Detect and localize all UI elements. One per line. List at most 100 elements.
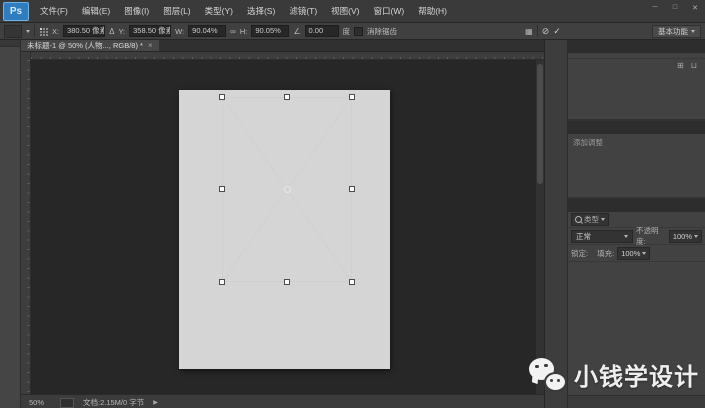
right-dock: ⊞ ⊔ 添加调整 类型: [544, 40, 705, 408]
commit-transform-button[interactable]: ✓: [553, 26, 561, 37]
status-options-arrow[interactable]: ▶: [153, 399, 158, 406]
transform-handle-nw[interactable]: [219, 94, 225, 100]
fill-select[interactable]: 100%: [617, 247, 650, 260]
maximize-button[interactable]: □: [665, 1, 685, 14]
zoom-level-field[interactable]: 50%: [29, 398, 51, 407]
document-tab-bar: 未标题-1 @ 50% (人物..., RGB/8) * ×: [21, 40, 544, 52]
menu-item[interactable]: 窗口(W): [367, 0, 412, 22]
antialias-checkbox[interactable]: [354, 27, 363, 36]
blend-mode-select[interactable]: 正常: [571, 230, 633, 243]
transform-handle-ne[interactable]: [349, 94, 355, 100]
vertical-ruler[interactable]: [21, 60, 31, 394]
photoshop-logo-icon: Ps: [3, 2, 29, 21]
filter-kind-select[interactable]: 类型: [571, 213, 609, 226]
adjustments-panel: 添加调整: [568, 121, 705, 199]
menu-item[interactable]: 图层(L): [156, 0, 197, 22]
status-bar: 50% 文档:2.15M/0 字节 ▶: [21, 394, 544, 408]
transform-handle-w[interactable]: [219, 186, 225, 192]
layers-footer: [568, 395, 705, 408]
maintain-aspect-ratio-icon[interactable]: ∞: [230, 27, 236, 36]
menu-item[interactable]: 视图(V): [324, 0, 366, 22]
transform-handle-s[interactable]: [284, 279, 290, 285]
main-area: 未标题-1 @ 50% (人物..., RGB/8) * ×: [0, 40, 705, 408]
menu-items: 文件(F)编辑(E)图像(I)图层(L)类型(Y)选择(S)滤镜(T)视图(V)…: [33, 0, 454, 22]
warp-mode-icon[interactable]: ▦: [525, 27, 533, 36]
tools-panel: [0, 40, 21, 408]
close-button[interactable]: ✕: [685, 1, 705, 14]
transform-handle-n[interactable]: [284, 94, 290, 100]
menu-item[interactable]: 编辑(E): [75, 0, 117, 22]
transform-handle-se[interactable]: [349, 279, 355, 285]
document-title: 未标题-1 @ 50% (人物..., RGB/8) *: [27, 40, 143, 51]
menu-item[interactable]: 滤镜(T): [282, 0, 324, 22]
chevron-down-icon: [601, 218, 605, 221]
ruler-row: [21, 52, 544, 60]
rotation-angle-icon: ∠: [293, 27, 300, 36]
horizontal-ruler[interactable]: [31, 52, 544, 60]
chevron-down-icon: [624, 235, 628, 238]
swatches-footer: ⊞ ⊔: [568, 58, 705, 71]
free-transform-overlay[interactable]: [222, 97, 352, 282]
reference-point-locator[interactable]: [39, 27, 48, 36]
transform-handle-e[interactable]: [349, 186, 355, 192]
document-tab[interactable]: 未标题-1 @ 50% (人物..., RGB/8) * ×: [21, 40, 159, 51]
window-controls: ─□✕: [645, 0, 705, 23]
lock-row: 锁定: 填充: 100%: [568, 245, 705, 262]
menu-item[interactable]: 图像(I): [117, 0, 156, 22]
new-swatch-icon[interactable]: ⊞: [677, 61, 684, 70]
y-position-field[interactable]: 358.50 像素: [129, 25, 171, 37]
adjustment-icons: [568, 149, 705, 151]
workspace-switcher[interactable]: 基本功能: [652, 25, 701, 38]
document-page: [179, 90, 390, 369]
width-label: W:: [175, 27, 184, 36]
canvas-body: [21, 60, 544, 394]
minimize-button[interactable]: ─: [645, 1, 665, 14]
document-size-icon: [60, 398, 74, 408]
rotation-field[interactable]: 0.00: [305, 25, 339, 37]
menu-item[interactable]: 类型(Y): [198, 0, 240, 22]
dropdown-arrow-icon: [26, 30, 30, 33]
transform-center-point[interactable]: [284, 186, 291, 193]
chevron-down-icon: [694, 235, 698, 238]
tools-panel-grip[interactable]: [0, 40, 20, 47]
height-scale-field[interactable]: 90.05%: [251, 25, 289, 37]
blend-mode-row: 正常 不透明度: 100%: [568, 228, 705, 245]
wechat-icon: [529, 358, 567, 392]
lock-label: 锁定:: [571, 248, 588, 259]
degree-label: 度: [343, 26, 351, 37]
cancel-transform-button[interactable]: ⊘: [542, 26, 550, 37]
menu-bar: Ps 文件(F)编辑(E)图像(I)图层(L)类型(Y)选择(S)滤镜(T)视图…: [0, 0, 705, 23]
menu-item[interactable]: 文件(F): [33, 0, 75, 22]
canvas[interactable]: [31, 60, 544, 394]
relative-position-icon[interactable]: Δ: [109, 27, 114, 36]
transform-handle-sw[interactable]: [219, 279, 225, 285]
vertical-scrollbar[interactable]: [535, 60, 544, 394]
scrollbar-thumb[interactable]: [537, 64, 543, 184]
watermark-text: 小钱学设计: [574, 357, 699, 392]
opacity-select[interactable]: 100%: [669, 230, 702, 243]
menu-item[interactable]: 选择(S): [240, 0, 282, 22]
close-tab-icon[interactable]: ×: [148, 41, 153, 50]
watermark: 小钱学设计: [529, 357, 699, 392]
swatches-panel: ⊞ ⊔: [568, 40, 705, 121]
x-label: X:: [52, 27, 59, 36]
menu-item[interactable]: 帮助(H): [411, 0, 454, 22]
delete-swatch-icon[interactable]: ⊔: [691, 61, 697, 70]
layers-panel-tabs: [568, 199, 705, 212]
photoshop-window: Ps 文件(F)编辑(E)图像(I)图层(L)类型(Y)选择(S)滤镜(T)视图…: [0, 0, 705, 408]
document-area: 未标题-1 @ 50% (人物..., RGB/8) * ×: [21, 40, 544, 408]
tool-preset-picker[interactable]: [4, 25, 22, 38]
opacity-label: 不透明度:: [636, 225, 666, 247]
height-label: H:: [240, 27, 248, 36]
antialias-label: 消除锯齿: [367, 26, 397, 37]
document-info: 文档:2.15M/0 字节: [83, 397, 144, 408]
options-bar: X: 380.50 像素 Δ Y: 358.50 像素 W: 90.04% ∞ …: [0, 23, 705, 40]
chevron-down-icon: [691, 30, 695, 33]
search-icon: [575, 216, 582, 223]
y-label: Y:: [118, 27, 125, 36]
divider: [537, 25, 538, 37]
panel-column: ⊞ ⊔ 添加调整 类型: [568, 40, 705, 408]
adjustments-panel-tabs: [568, 121, 705, 134]
width-scale-field[interactable]: 90.04%: [188, 25, 226, 37]
x-position-field[interactable]: 380.50 像素: [63, 25, 105, 37]
